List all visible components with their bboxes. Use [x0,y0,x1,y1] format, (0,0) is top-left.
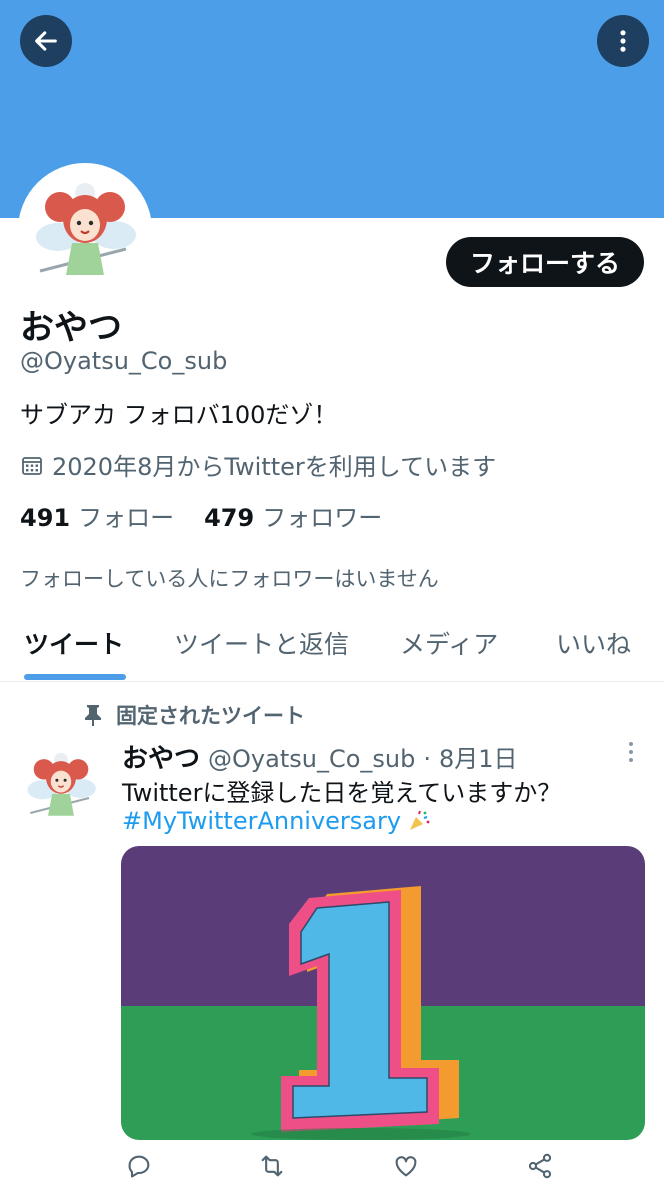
tweet-menu-button[interactable] [626,740,636,768]
followers-link[interactable]: 479 フォロワー [204,498,382,533]
tweet-hashtag-row: #MyTwitterAnniversary [122,807,431,835]
tab-tweets[interactable]: ツイート [24,625,124,661]
followers-label: フォロワー [262,504,383,532]
join-date-text: 2020年8月からTwitterを利用しています [52,453,497,481]
join-date: 2020年8月からTwitterを利用しています [20,447,496,482]
tweet-text: Twitterに登録した日を覚えていますか？ [122,779,562,807]
follow-button[interactable]: フォローする [446,237,644,287]
active-tab-indicator [24,674,126,680]
party-popper-icon [410,810,430,830]
retweet-icon [261,1155,283,1177]
reply-button[interactable] [125,1152,153,1184]
following-link[interactable]: 491 フォロー [20,498,174,533]
profile-name: おやつ [20,308,122,348]
followers-you-know-note: フォローしている人にフォロワーはいません [20,567,439,591]
follow-counts: 491 フォロー 479 フォロワー [20,498,382,533]
tweet-author-handle[interactable]: @Oyatsu_Co_sub [208,745,415,773]
tab-tweets-replies[interactable]: ツイートと返信 [174,625,349,661]
calendar-icon [22,456,42,475]
tweet-date[interactable]: 8月1日 [439,739,518,774]
profile-avatar[interactable] [18,163,152,297]
profile-bio: サブアカ フォロバ100だゾ！ [20,401,338,429]
share-icon [528,1153,552,1179]
profile-tabs: ツイート ツイートと返信 メディア いいね [0,615,664,682]
more-vertical-icon [629,742,633,762]
following-count: 491 [20,504,71,532]
tweet-avatar[interactable] [18,742,104,828]
reply-icon [128,1155,150,1178]
fairy-avatar-icon [22,167,148,293]
arrow-left-icon [35,31,57,51]
pinned-label: 固定されたツイート [84,700,305,730]
tweet-separator: · [423,745,431,773]
tweet-header: おやつ @Oyatsu_Co_sub · 8月1日 [122,738,518,775]
share-button[interactable] [526,1152,554,1184]
following-label: フォロー [78,504,175,532]
pinned-label-text: 固定されたツイート [116,704,305,728]
retweet-button[interactable] [258,1152,286,1184]
tweet-hashtag[interactable]: #MyTwitterAnniversary [122,807,401,835]
more-vertical-icon [620,30,626,52]
anniversary-number-one-image [121,846,645,1140]
tweet-actions [0,1152,664,1196]
like-button[interactable] [392,1152,420,1184]
more-options-button[interactable] [597,15,649,67]
pin-icon [85,705,101,726]
back-button[interactable] [20,15,72,67]
tweet-media-image[interactable] [121,846,645,1140]
tab-media[interactable]: メディア [400,625,498,661]
followers-count: 479 [204,504,255,532]
tab-likes[interactable]: いいね [556,625,631,661]
fairy-avatar-icon [18,742,104,828]
tweet-author-name[interactable]: おやつ [122,738,200,775]
profile-handle: @Oyatsu_Co_sub [20,347,228,375]
heart-icon [395,1156,417,1177]
